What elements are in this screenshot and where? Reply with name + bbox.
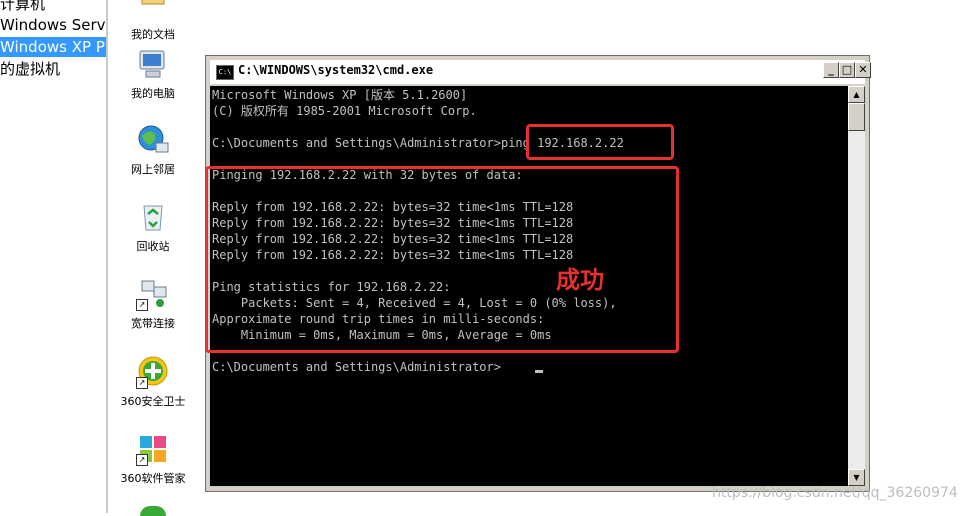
network-places-icon bbox=[136, 123, 170, 157]
console-prompt: C:\Documents and Settings\Administrator> bbox=[212, 360, 501, 374]
shortcut-arrow-icon: ↗ bbox=[136, 454, 148, 466]
scroll-down-button[interactable]: ▼ bbox=[848, 469, 865, 486]
tree-item-windows-server[interactable]: Windows Server bbox=[0, 15, 106, 35]
window-title: C:\WINDOWS\system32\cmd.exe bbox=[238, 63, 434, 77]
partial-desktop-icon bbox=[140, 506, 166, 516]
broadband-connection-icon: ↗ bbox=[136, 277, 170, 311]
desktop-icon-my-documents[interactable]: 我的文档 bbox=[108, 0, 198, 42]
shortcut-arrow-icon: ↗ bbox=[136, 299, 148, 311]
vertical-scrollbar[interactable]: ▲ ▼ bbox=[848, 86, 865, 486]
desktop-icon-label: 360安全卫士 bbox=[120, 395, 186, 408]
my-documents-icon bbox=[136, 0, 170, 22]
desktop-icon-my-computer[interactable]: 我的电脑 bbox=[108, 47, 198, 101]
desktop-icon-label: 回收站 bbox=[136, 240, 170, 253]
console-line: (C) 版权所有 1985-2001 Microsoft Corp. bbox=[212, 104, 477, 118]
360-safeguard-icon: ↗ bbox=[136, 355, 170, 389]
tree-item-windows-xp-pro[interactable]: Windows XP Pro bbox=[0, 37, 106, 57]
shortcut-arrow-icon: ↗ bbox=[136, 377, 148, 389]
recycle-bin-icon bbox=[136, 200, 170, 234]
scroll-up-button[interactable]: ▲ bbox=[848, 86, 865, 103]
360-software-manager-icon: ↗ bbox=[136, 432, 170, 466]
success-annotation: 成功 bbox=[556, 266, 604, 294]
tree-panel: 计算机 Windows Server Windows XP Pro 的虚拟机 bbox=[0, 0, 106, 513]
maximize-button[interactable]: □ bbox=[839, 62, 855, 78]
cmd-icon: C:\ bbox=[216, 65, 234, 80]
console-line: Microsoft Windows XP [版本 5.1.2600] bbox=[212, 88, 468, 102]
desktop-icon-360-software-manager[interactable]: ↗ 360软件管家 bbox=[108, 432, 198, 486]
watermark: https://blog.csdn.net/qq_36260974 bbox=[712, 485, 958, 501]
desktop-icon-label: 我的文档 bbox=[131, 28, 175, 41]
close-button[interactable]: ✕ bbox=[855, 62, 871, 78]
result-highlight-box bbox=[205, 166, 679, 353]
desktop-icon-label: 宽带连接 bbox=[131, 317, 175, 330]
tree-item-computer[interactable]: 计算机 bbox=[0, 0, 45, 14]
scroll-thumb[interactable] bbox=[848, 103, 865, 131]
desktop-icon-360-safeguard[interactable]: ↗ 360安全卫士 bbox=[108, 355, 198, 409]
desktop-icon-network-places[interactable]: 网上邻居 bbox=[108, 123, 198, 177]
title-bar[interactable]: C:\ C:\WINDOWS\system32\cmd.exe _ □ ✕ bbox=[210, 60, 871, 84]
my-computer-icon bbox=[136, 47, 170, 81]
minimize-button[interactable]: _ bbox=[823, 62, 839, 78]
desktop-icon-recycle-bin[interactable]: 回收站 bbox=[108, 200, 198, 254]
desktop-icon-broadband-connection[interactable]: ↗ 宽带连接 bbox=[108, 277, 198, 331]
desktop-icon-label: 我的电脑 bbox=[131, 87, 175, 100]
command-highlight-box bbox=[526, 124, 674, 160]
tree-item-virtual-machine[interactable]: 的虚拟机 bbox=[0, 59, 60, 79]
desktop-icon-label: 360软件管家 bbox=[120, 472, 186, 485]
text-cursor bbox=[535, 370, 543, 373]
desktop-icon-label: 网上邻居 bbox=[131, 163, 175, 176]
